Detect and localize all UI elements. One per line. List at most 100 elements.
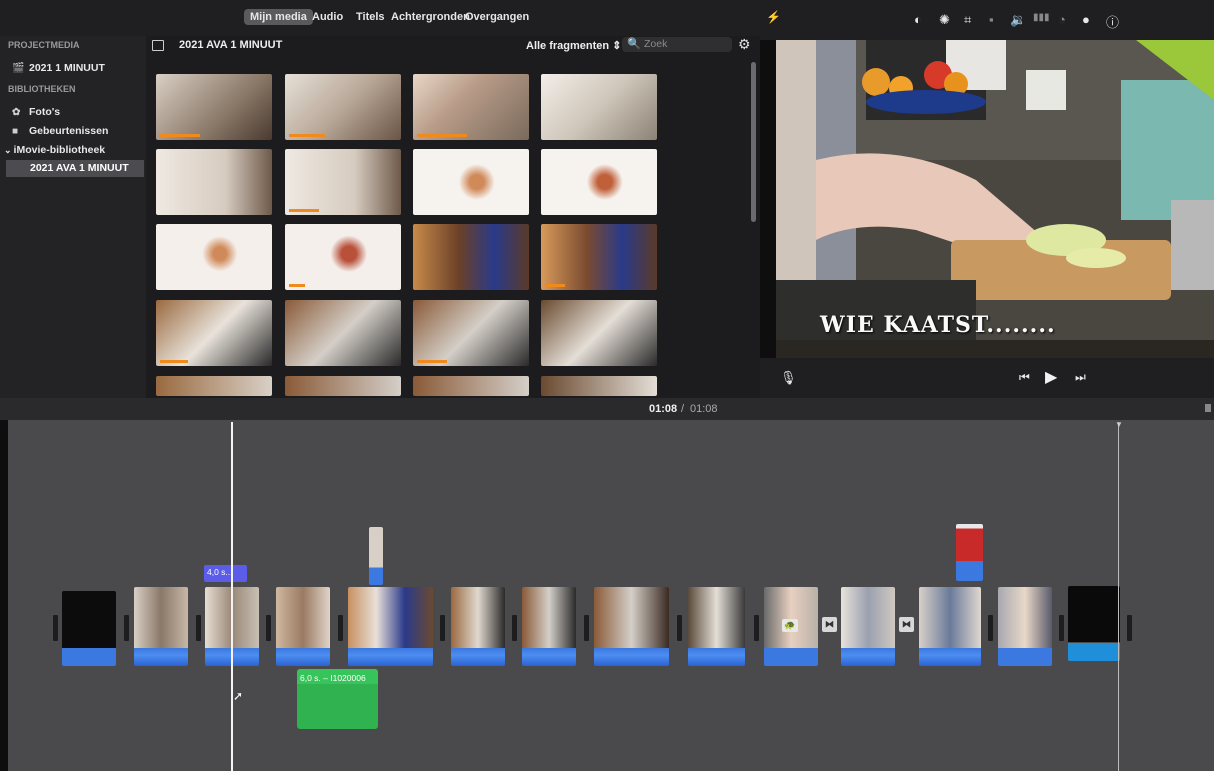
clip-gap bbox=[512, 615, 517, 641]
search-placeholder: Zoek bbox=[644, 38, 668, 50]
crop-icon[interactable]: ⌗ bbox=[964, 12, 971, 28]
color-palette-icon[interactable]: ✺ bbox=[939, 12, 950, 28]
video-clip[interactable] bbox=[841, 587, 895, 666]
equalizer-icon[interactable]: ▮▮▮ bbox=[1033, 12, 1050, 23]
libraries-sidebar: PROJECTMEDIA 🎬 2021 1 MINUUT BIBLIOTHEKEN… bbox=[0, 36, 146, 398]
volume-icon[interactable]: 🔉 bbox=[1010, 12, 1026, 28]
media-thumbnail[interactable] bbox=[541, 74, 657, 140]
sidebar-item-events[interactable]: ■ Gebeurtenissen bbox=[12, 125, 108, 137]
tab-audio[interactable]: Audio bbox=[312, 11, 343, 23]
video-clip[interactable] bbox=[348, 587, 433, 666]
browser-title: 2021 AVA 1 MINUUT bbox=[179, 39, 283, 51]
media-thumbnail[interactable] bbox=[156, 224, 272, 290]
filter-icon[interactable]: ● bbox=[1082, 12, 1090, 27]
media-thumbnail[interactable] bbox=[541, 224, 657, 290]
skip-back-icon[interactable]: ⏮ bbox=[1019, 370, 1030, 385]
used-range-bar bbox=[289, 209, 319, 212]
skip-forward-icon[interactable]: ⏭ bbox=[1075, 370, 1086, 385]
tab-overgangen[interactable]: Overgangen bbox=[465, 11, 529, 23]
used-range-bar bbox=[160, 134, 200, 137]
clip-gap bbox=[440, 615, 445, 641]
disclosure-chevron-icon[interactable]: ⌄ bbox=[4, 145, 12, 155]
tab-mijn-media[interactable]: Mijn media bbox=[244, 9, 313, 25]
sidebar-item-library[interactable]: ⌄ iMovie-bibliotheek bbox=[4, 144, 105, 156]
video-clip[interactable] bbox=[522, 587, 576, 666]
play-button[interactable]: ▶ bbox=[1045, 367, 1057, 387]
clip-gap bbox=[1059, 615, 1064, 641]
media-thumbnail[interactable] bbox=[156, 300, 272, 366]
media-thumbnail[interactable] bbox=[541, 149, 657, 215]
media-thumbnail[interactable] bbox=[413, 300, 529, 366]
video-clip[interactable] bbox=[276, 587, 330, 666]
title-overlay-text[interactable]: WIE KAATST........ bbox=[820, 312, 1056, 338]
video-clip[interactable] bbox=[134, 587, 188, 666]
audio-waveform bbox=[594, 648, 669, 666]
sidebar-item-label: 2021 1 MINUUT bbox=[29, 62, 105, 74]
audio-clip[interactable]: 6,0 s. – I1020006 bbox=[297, 669, 378, 729]
browser-scrollbar[interactable] bbox=[751, 62, 756, 222]
timecode-current: 01:08 bbox=[649, 403, 678, 415]
media-thumbnail[interactable] bbox=[413, 224, 529, 290]
timeline-settings-icon[interactable] bbox=[1205, 404, 1211, 412]
photos-icon: ✿ bbox=[12, 107, 21, 118]
media-thumbnail[interactable] bbox=[285, 74, 401, 140]
black-clip[interactable] bbox=[62, 591, 116, 666]
media-thumbnail[interactable] bbox=[156, 376, 272, 396]
video-viewer: WIE KAATST........ bbox=[776, 40, 1214, 358]
clip-gap bbox=[754, 615, 759, 641]
browser-header: 2021 AVA 1 MINUUT Alle fragmenten ⇕ 🔍 Zo… bbox=[146, 36, 760, 58]
turtle-slowmo-icon: 🐢 bbox=[782, 619, 798, 632]
media-thumbnail[interactable] bbox=[285, 300, 401, 366]
microphone-icon[interactable]: 🎙 bbox=[780, 370, 797, 386]
sidebar-item-event-selected[interactable]: 2021 AVA 1 MINUUT bbox=[6, 160, 144, 177]
cutaway-clip[interactable] bbox=[956, 524, 983, 581]
media-thumbnail[interactable] bbox=[541, 300, 657, 366]
end-marker-triangle-icon: ▼ bbox=[1115, 420, 1123, 429]
color-balance-icon[interactable]: ◐ bbox=[914, 12, 922, 27]
title-clip[interactable]: 4,0 s... bbox=[204, 565, 247, 582]
transition-icon[interactable]: ⧓ bbox=[822, 617, 837, 632]
cutaway-clip[interactable] bbox=[369, 527, 383, 585]
speed-icon[interactable]: ◔ bbox=[1058, 12, 1066, 27]
video-clip[interactable] bbox=[919, 587, 981, 666]
media-thumbnail[interactable] bbox=[413, 149, 529, 215]
audio-strip bbox=[62, 648, 116, 666]
media-thumbnail[interactable] bbox=[156, 74, 272, 140]
media-thumbnail[interactable] bbox=[413, 74, 529, 140]
video-clip[interactable] bbox=[688, 587, 745, 666]
sidebar-item-project[interactable]: 🎬 2021 1 MINUUT bbox=[12, 62, 105, 74]
clip-gap bbox=[196, 615, 201, 641]
media-thumbnail[interactable] bbox=[413, 376, 529, 396]
timecode-total: 01:08 bbox=[690, 403, 718, 415]
search-input[interactable]: 🔍 Zoek bbox=[622, 37, 732, 52]
media-thumbnail[interactable] bbox=[156, 149, 272, 215]
sidebar-item-label: Gebeurtenissen bbox=[29, 125, 109, 137]
fragments-filter-select[interactable]: Alle fragmenten ⇕ bbox=[526, 39, 621, 52]
transition-icon[interactable]: ⧓ bbox=[899, 617, 914, 632]
clip-gap bbox=[124, 615, 129, 641]
title-clip-label: 4,0 s... bbox=[207, 567, 233, 577]
playhead[interactable] bbox=[231, 422, 233, 771]
info-icon[interactable]: ⓘ bbox=[1106, 12, 1119, 31]
media-thumbnail[interactable] bbox=[285, 224, 401, 290]
gear-icon[interactable]: ⚙ bbox=[738, 36, 751, 53]
clapperboard-icon: 🎬 bbox=[12, 63, 25, 74]
media-thumbnail[interactable] bbox=[285, 149, 401, 215]
video-clip[interactable] bbox=[998, 587, 1052, 666]
black-clip[interactable] bbox=[1068, 586, 1120, 661]
sidebar-toggle-icon[interactable] bbox=[152, 40, 164, 51]
media-thumbnail[interactable] bbox=[541, 376, 657, 396]
tab-titels[interactable]: Titels bbox=[356, 11, 385, 23]
sidebar-item-photos[interactable]: ✿ Foto's bbox=[12, 106, 60, 118]
filter-label: Alle fragmenten bbox=[526, 40, 610, 52]
stabilization-camera-icon[interactable]: ▪ bbox=[989, 12, 994, 27]
video-clip[interactable] bbox=[594, 587, 669, 666]
clip-gap bbox=[988, 615, 993, 641]
video-clip[interactable] bbox=[451, 587, 505, 666]
star-calendar-icon: ■ bbox=[12, 126, 19, 137]
media-browser-tabbar: Mijn media Audio Titels Achtergronden Ov… bbox=[0, 0, 760, 36]
timecode-separator: / bbox=[681, 403, 685, 415]
media-thumbnail[interactable] bbox=[285, 376, 401, 396]
tab-achtergronden[interactable]: Achtergronden bbox=[391, 11, 470, 23]
magic-wand-icon[interactable]: ⚡ bbox=[766, 10, 781, 24]
